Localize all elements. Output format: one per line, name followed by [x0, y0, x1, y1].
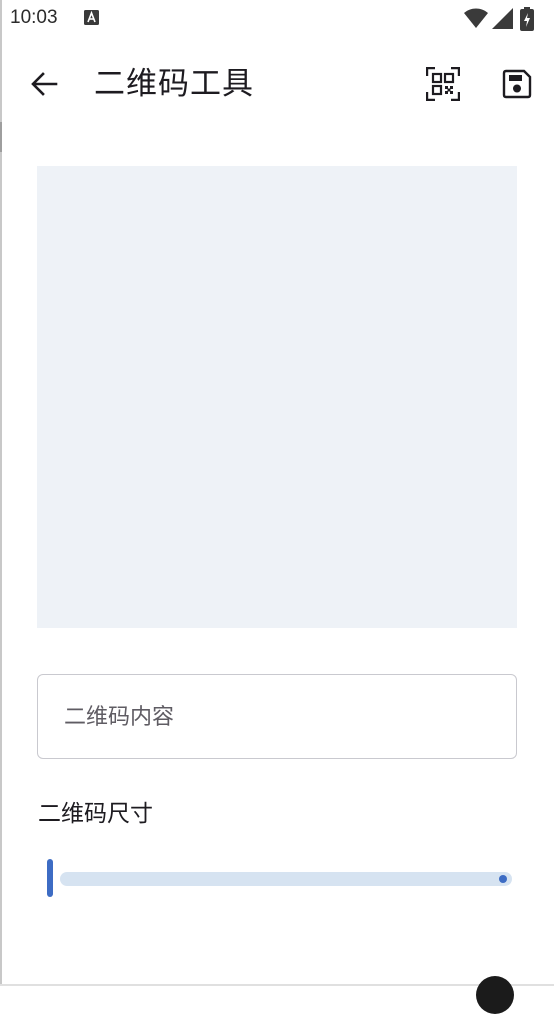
qr-scan-icon [426, 67, 460, 101]
save-icon [502, 69, 532, 99]
text-a-icon [84, 10, 99, 25]
window-edge-mark [0, 122, 2, 152]
qr-size-label: 二维码尺寸 [38, 801, 153, 827]
qr-scan-button[interactable] [421, 62, 465, 106]
floating-button-peek[interactable] [476, 976, 514, 1014]
save-button[interactable] [495, 62, 539, 106]
signal-icon [492, 8, 513, 29]
back-button[interactable] [22, 62, 66, 106]
qr-content-field[interactable] [37, 674, 517, 760]
wifi-icon [464, 8, 488, 28]
arrow-left-icon [31, 72, 58, 96]
status-icons [464, 7, 544, 31]
slider-end-dot [499, 875, 507, 883]
page-title: 二维码工具 [94, 66, 254, 102]
slider-thumb[interactable] [47, 859, 53, 897]
qr-preview [37, 166, 517, 628]
qr-size-slider[interactable] [40, 856, 516, 900]
battery-charging-icon [520, 7, 534, 31]
status-bar: 10:03 [0, 0, 554, 38]
slider-track[interactable] [60, 872, 512, 886]
status-time: 10:03 [10, 7, 58, 28]
qr-content-input[interactable] [62, 675, 496, 760]
app-bar: 二维码工具 [0, 44, 554, 124]
